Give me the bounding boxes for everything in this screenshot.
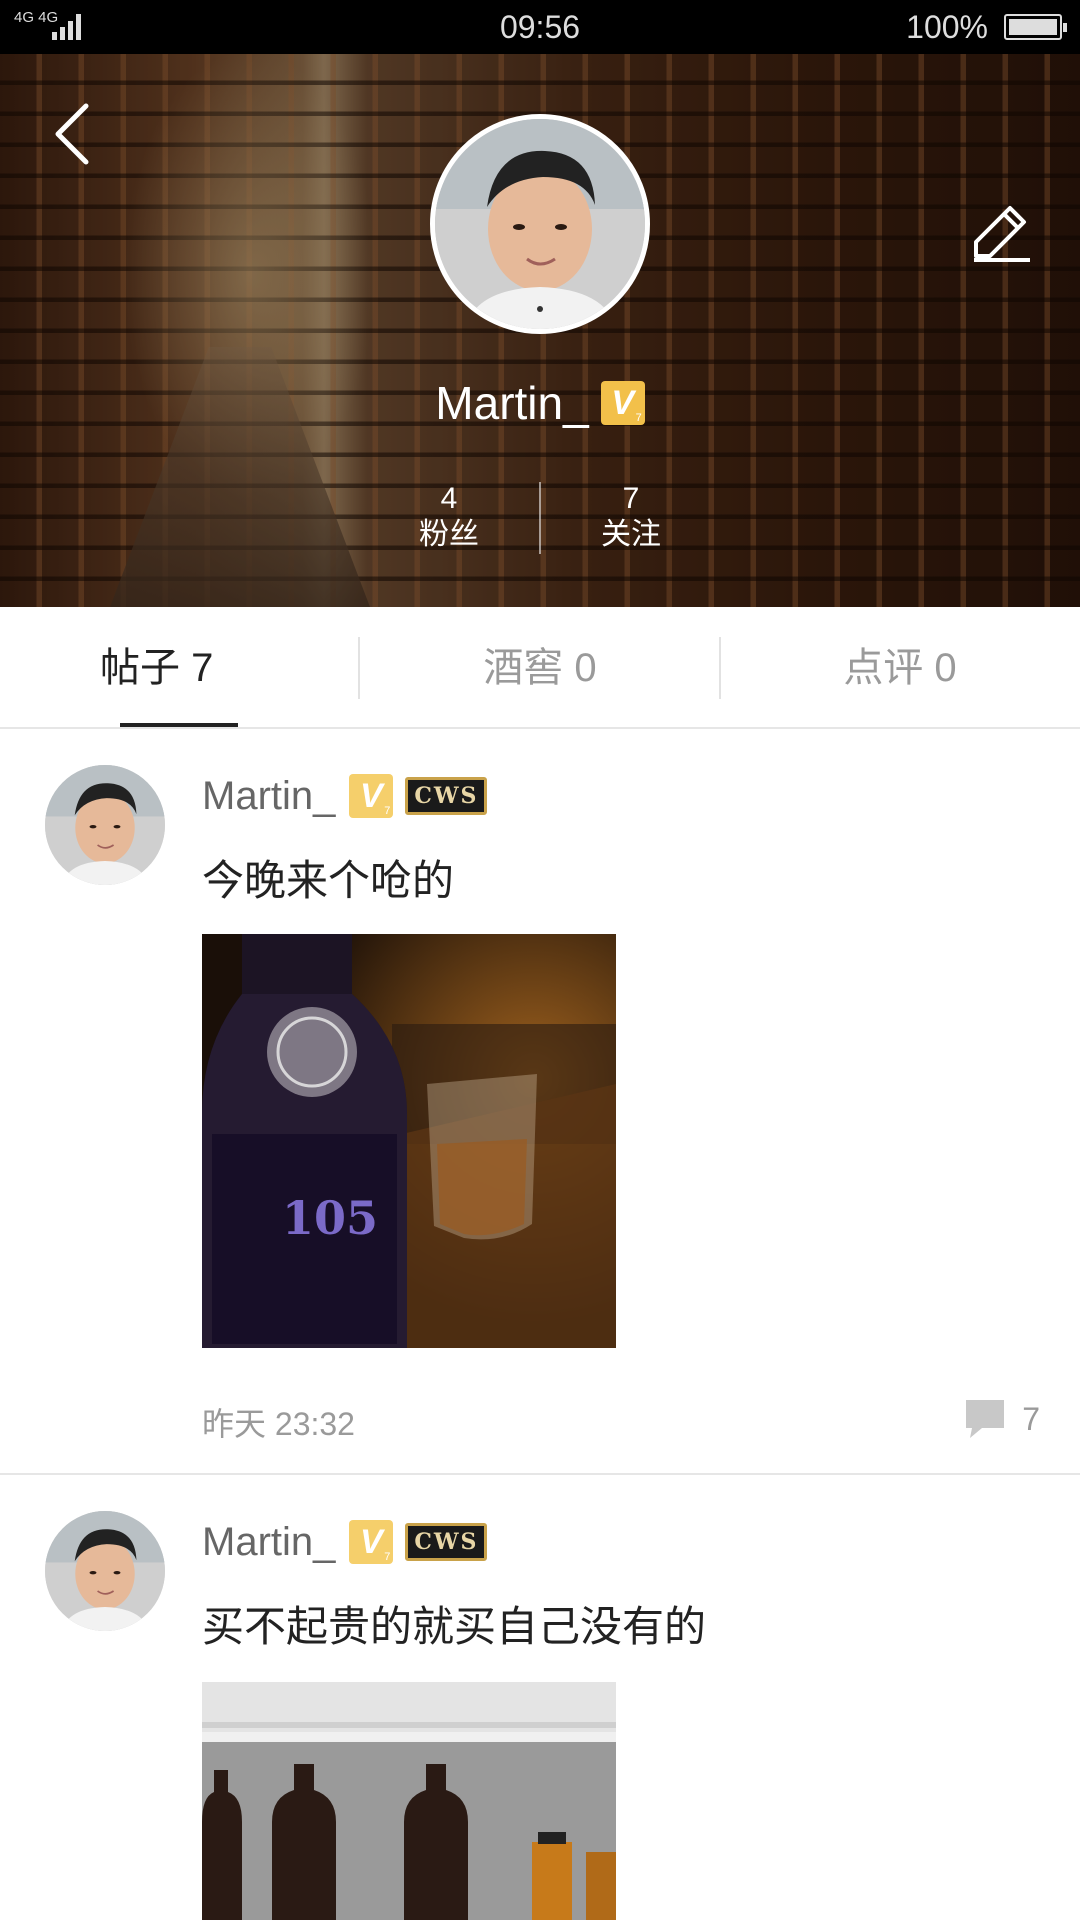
following-label: 关注 [601,518,661,551]
status-bar: 4G 4G 09:56 100% [0,0,1080,54]
post-image[interactable] [202,1682,616,1920]
avatar-image [45,765,165,885]
profile-name-row: Martin_ V 7 [0,372,1080,430]
comment-count: 7 [1022,1400,1040,1437]
comment-button[interactable]: 7 [964,1397,1040,1441]
tab-posts[interactable]: 帖子 7 [100,607,260,729]
avatar-image [435,119,645,329]
level-badge-icon: V7 [600,380,645,425]
pencil-icon [974,206,1030,262]
post-image[interactable]: 105 [202,934,616,1348]
level-number: 7 [635,411,642,424]
post-author-name[interactable]: Martin_ [202,774,335,819]
battery-icon [1004,14,1067,40]
avatar-image [45,1511,165,1631]
following-stat[interactable]: 7 关注 [571,482,691,554]
whisky-bottle-photo: 105 [202,934,616,1348]
profile-username: Martin_ [435,376,589,429]
post-author-row: Martin_ V7 CWS [202,771,488,821]
fans-count: 4 [440,482,458,515]
profile-avatar[interactable] [430,114,650,334]
level-badge-icon: V7 [349,1520,394,1564]
bottles-shelf-photo [202,1682,616,1920]
level-badge-icon: V7 [349,774,394,818]
back-button[interactable] [50,94,100,174]
level-number: 7 [384,1551,391,1563]
fans-label: 粉丝 [419,518,479,551]
edit-profile-button[interactable] [968,198,1038,268]
battery-percentage: 100% [906,9,988,45]
post-text: 买不起贵的就买自己没有的 [202,1603,707,1650]
post-author-avatar[interactable] [45,1511,165,1631]
level-badge-letter: V [611,383,635,422]
level-badge-letter: V [360,1523,383,1561]
chevron-left-icon [55,103,89,165]
post-author-row: Martin_ V7 CWS [202,1517,488,1567]
post-text: 今晚来个呛的 [202,857,455,904]
club-badge: CWS [405,777,488,815]
fans-stat[interactable]: 4 粉丝 [389,482,509,554]
stats-divider [539,482,541,554]
club-badge: CWS [405,1523,488,1561]
comment-icon [966,1400,1005,1438]
post-author-avatar[interactable] [45,765,165,885]
post-card[interactable]: Martin_ V7 CWS 今晚来个呛的 105 昨天 23:32 7 [0,731,1080,1475]
post-card[interactable]: Martin_ V7 CWS 买不起贵的就买自己没有的 [0,1477,1080,1920]
tab-reviews[interactable]: 点评 0 [720,607,1080,729]
following-count: 7 [622,482,640,515]
level-number: 7 [384,805,391,817]
profile-header: Martin_ V 7 4 粉丝 7 关注 [0,54,1080,607]
tab-cellar[interactable]: 酒窖 0 [360,607,720,729]
active-tab-indicator [120,723,238,727]
post-timestamp: 昨天 23:32 [202,1406,355,1442]
level-badge-letter: V [360,777,383,815]
profile-tabs: 帖子 7 酒窖 0 点评 0 [0,607,1080,729]
post-author-name[interactable]: Martin_ [202,1520,335,1565]
svg-text:105: 105 [282,1191,378,1245]
